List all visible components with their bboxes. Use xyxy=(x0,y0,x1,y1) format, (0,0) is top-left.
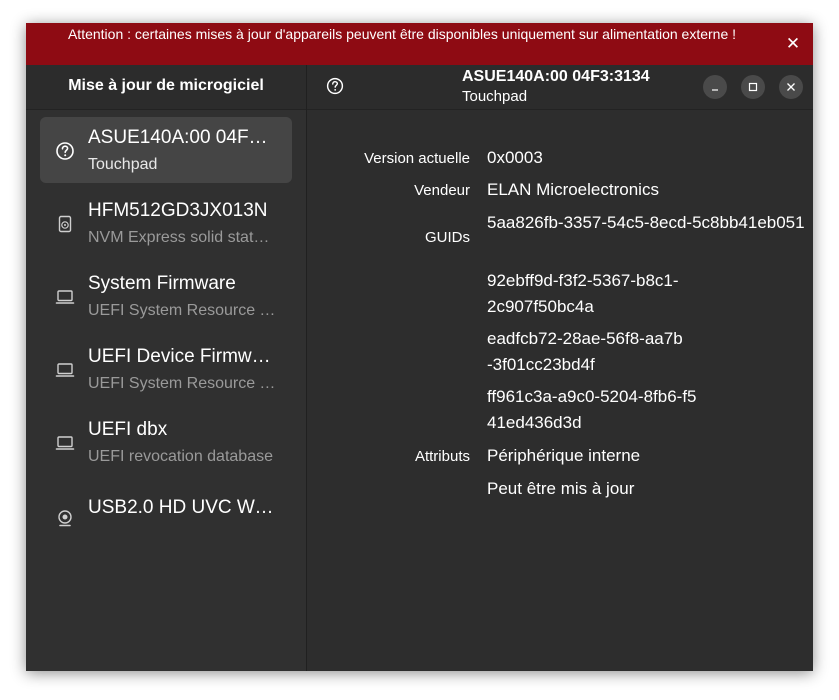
device-summary: NVM Express solid state drive xyxy=(88,229,278,246)
guids-label: GUIDs xyxy=(425,229,470,246)
warning-banner: Attention : certaines mises à jour d'app… xyxy=(26,23,813,65)
app-window: Attention : certaines mises à jour d'app… xyxy=(26,23,813,671)
vendor-label: Vendeur xyxy=(414,182,470,199)
guid-value: 92ebff9d-f3f2-5367-b8c1-2c907f50bc4a xyxy=(487,271,679,316)
device-name: HFM512GD3JX013N xyxy=(88,200,268,221)
sidebar-title: Mise à jour de microgiciel xyxy=(26,65,306,110)
minimize-icon xyxy=(712,89,718,91)
device-item-touchpad[interactable]: ASUE140A:00 04F3:3134 Touchpad xyxy=(40,117,292,183)
page-title: ASUE140A:00 04F3:3134 xyxy=(462,68,650,85)
attribute-value: Périphérique interne xyxy=(487,446,641,465)
guid-value: 5aa826fb-3357-54c5-8ecd-5c8bb41eb051 xyxy=(487,213,805,232)
banner-close-button[interactable]: ✕ xyxy=(783,34,803,54)
window-close-button[interactable] xyxy=(779,75,803,99)
header-bar: ASUE140A:00 04F3:3134 Touchpad xyxy=(307,65,813,110)
device-list: ASUE140A:00 04F3:3134 Touchpad HFM512GD3… xyxy=(40,117,292,555)
device-item-webcam[interactable]: USB2.0 HD UVC WebCam xyxy=(40,482,292,548)
banner-message: Attention : certaines mises à jour d'app… xyxy=(67,26,737,42)
page-subtitle: Touchpad xyxy=(462,88,528,105)
device-name: UEFI Device Firmware xyxy=(88,346,278,367)
device-summary: Touchpad xyxy=(88,156,158,173)
device-summary: UEFI System Resource Table device xyxy=(88,302,278,319)
attribute-value: Peut être mis à jour xyxy=(487,479,635,498)
device-details: Version actuelle 0x0003 Vendeur ELAN Mic… xyxy=(307,110,813,671)
help-icon xyxy=(56,142,74,160)
device-item-system-firmware[interactable]: System Firmware UEFI System Resource Tab… xyxy=(40,263,292,329)
device-name: UEFI dbx xyxy=(88,419,168,440)
version-label: Version actuelle xyxy=(364,150,470,167)
sidebar: Mise à jour de microgiciel ASUE140A:00 0… xyxy=(26,65,307,671)
help-icon[interactable] xyxy=(326,77,344,95)
maximize-icon xyxy=(748,82,758,92)
drive-icon xyxy=(58,215,72,233)
close-icon xyxy=(787,83,795,91)
computer-icon xyxy=(55,290,75,304)
attributes-label: Attributs xyxy=(414,448,470,465)
guid-value: ff961c3a-a9c0-5204-8fb6-f541ed436d3d xyxy=(487,387,697,432)
guid-value: eadfcb72-28ae-56f8-aa7b-3f01cc23bd4f xyxy=(487,329,683,374)
minimize-button[interactable] xyxy=(703,75,727,99)
maximize-button[interactable] xyxy=(741,75,765,99)
device-name: USB2.0 HD UVC WebCam xyxy=(88,497,278,518)
device-item-uefi-device-firmware[interactable]: UEFI Device Firmware UEFI System Resourc… xyxy=(40,336,292,402)
computer-icon xyxy=(55,436,75,450)
vendor-value: ELAN Microelectronics xyxy=(487,180,659,199)
device-name: ASUE140A:00 04F3:3134 xyxy=(88,127,278,148)
version-value: 0x0003 xyxy=(487,148,543,167)
device-summary: UEFI revocation database xyxy=(88,448,273,465)
computer-icon xyxy=(55,363,75,377)
device-item-uefi-dbx[interactable]: UEFI dbx UEFI revocation database xyxy=(40,409,292,475)
webcam-icon xyxy=(58,510,72,527)
device-summary: UEFI System Resource Table device xyxy=(88,375,278,392)
device-item-nvme[interactable]: HFM512GD3JX013N NVM Express solid state … xyxy=(40,190,292,256)
device-name: System Firmware xyxy=(88,273,236,294)
